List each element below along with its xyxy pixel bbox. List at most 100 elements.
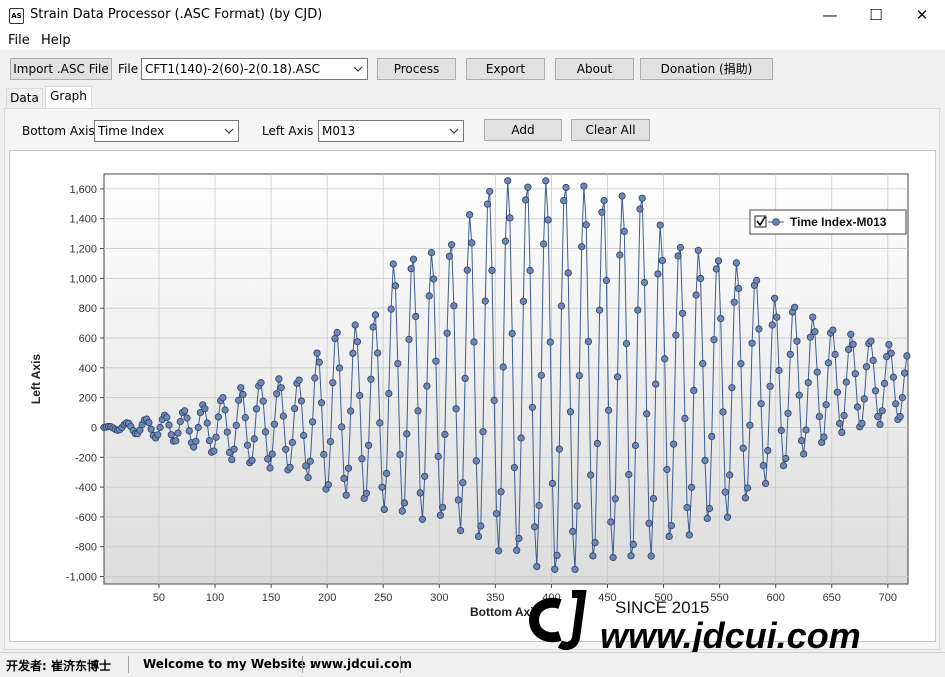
data-point	[353, 338, 361, 346]
data-point	[465, 211, 474, 219]
data-point	[329, 379, 337, 387]
data-point	[492, 509, 501, 518]
data-point	[658, 256, 667, 265]
data-point	[297, 397, 305, 405]
data-point	[898, 393, 907, 402]
data-point	[647, 552, 655, 560]
data-point	[425, 292, 433, 300]
data-point	[616, 251, 624, 259]
data-point	[230, 445, 238, 453]
data-point	[761, 479, 770, 488]
data-point	[696, 274, 705, 283]
data-point	[824, 359, 833, 367]
y-tick-label: -1,000	[66, 572, 97, 584]
x-tick-label: 250	[374, 592, 392, 604]
data-point	[275, 375, 283, 383]
data-point	[566, 408, 575, 416]
data-point	[721, 488, 729, 496]
data-point	[403, 430, 411, 438]
data-point	[154, 431, 162, 439]
data-point	[889, 373, 898, 381]
data-point	[333, 328, 341, 337]
data-point	[717, 314, 725, 323]
data-point	[248, 456, 256, 464]
data-point	[450, 302, 458, 310]
data-point	[212, 433, 220, 441]
data-point	[806, 333, 815, 341]
data-point	[521, 196, 530, 204]
y-axis-title: Left Axis	[29, 354, 43, 405]
data-point	[405, 335, 413, 343]
data-point	[461, 374, 469, 382]
data-point	[290, 404, 299, 413]
data-point	[241, 413, 249, 422]
data-point	[636, 205, 644, 213]
y-tick-label: 800	[79, 303, 97, 315]
data-point	[358, 455, 366, 463]
data-point	[728, 384, 736, 392]
data-point	[338, 423, 346, 431]
data-point	[185, 427, 193, 435]
data-point	[578, 243, 586, 251]
data-point	[488, 266, 496, 274]
data-point	[719, 408, 727, 416]
data-point	[797, 436, 806, 445]
data-point	[270, 420, 278, 428]
data-point	[618, 192, 626, 200]
data-point	[205, 436, 213, 445]
data-point	[600, 196, 608, 205]
data-point	[156, 423, 164, 432]
data-point	[387, 305, 395, 313]
data-point	[802, 426, 810, 434]
y-tick-label: 1,000	[69, 273, 97, 285]
data-point	[243, 441, 252, 449]
data-point	[183, 414, 191, 422]
data-point	[434, 452, 442, 460]
status-website-link[interactable]: www.jdcui.com	[310, 657, 412, 671]
data-point	[699, 359, 707, 368]
x-tick-label: 100	[206, 592, 224, 604]
data-point	[331, 334, 339, 343]
data-point	[544, 216, 552, 224]
data-point	[349, 349, 357, 357]
data-point	[737, 360, 745, 368]
data-point	[279, 412, 287, 420]
data-point	[676, 243, 685, 252]
data-point	[382, 469, 391, 477]
data-point	[903, 352, 911, 360]
data-point	[701, 456, 709, 464]
data-point	[746, 421, 754, 429]
data-point	[690, 386, 698, 394]
data-point	[438, 503, 447, 511]
data-point	[223, 428, 231, 436]
data-point	[174, 429, 182, 437]
data-point	[306, 457, 314, 465]
data-point	[176, 417, 184, 426]
data-point	[257, 379, 265, 387]
data-point	[844, 345, 853, 353]
data-point	[649, 494, 658, 503]
data-point	[640, 278, 649, 287]
data-point	[705, 504, 714, 513]
data-point	[853, 403, 862, 411]
data-point	[537, 371, 545, 379]
data-point	[560, 197, 568, 205]
legend-label: Time Index-M013	[790, 215, 887, 229]
data-point	[320, 450, 328, 459]
legend-marker	[772, 218, 780, 226]
data-point	[885, 340, 893, 349]
data-point	[730, 298, 738, 306]
data-point	[694, 246, 702, 254]
data-point	[582, 221, 590, 229]
data-point	[710, 336, 718, 344]
data-point	[654, 270, 662, 278]
data-point	[874, 412, 882, 421]
data-point	[504, 177, 512, 185]
data-point	[595, 306, 604, 314]
data-point	[542, 177, 550, 185]
data-point	[362, 489, 370, 497]
data-point	[436, 511, 444, 519]
data-point	[378, 483, 386, 491]
data-point	[860, 395, 868, 403]
data-point	[517, 434, 525, 442]
